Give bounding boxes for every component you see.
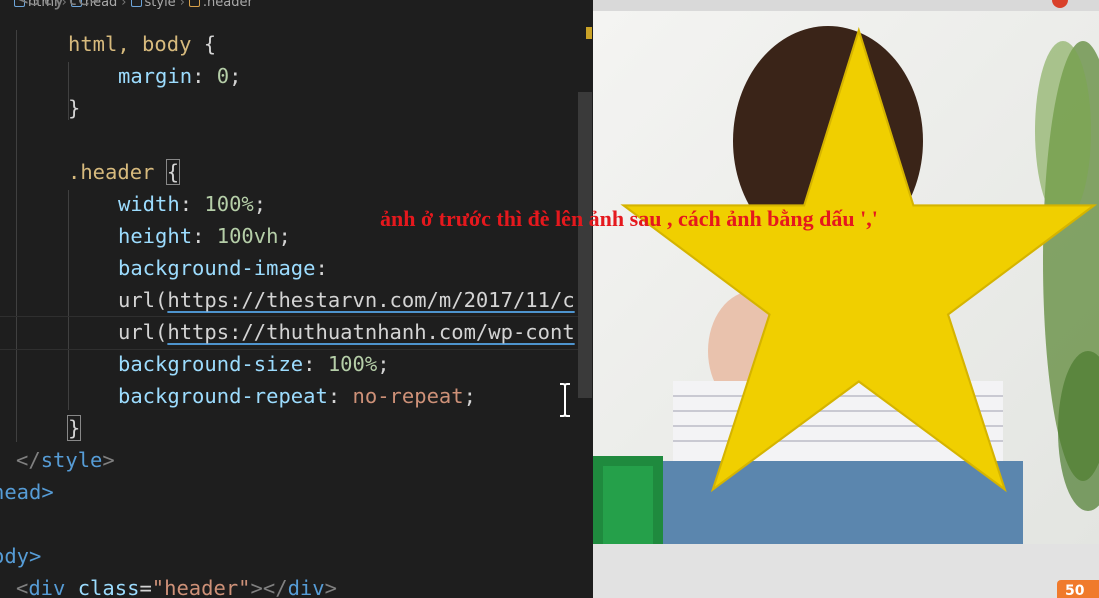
- code-line: ody>: [0, 540, 41, 572]
- div-close-tag: div: [287, 576, 325, 598]
- code-line: <style>: [16, 0, 102, 14]
- code-editor[interactable]: html›head›style›.header <style> html, bo…: [0, 0, 593, 598]
- property-background-size: background-size: [118, 352, 304, 376]
- value-background-repeat: no-repeat: [352, 384, 464, 408]
- browser-preview[interactable]: 50: [593, 0, 1099, 598]
- video-annotation-caption: ảnh ở trước thì đè lên ảnh sau , cách ản…: [380, 206, 878, 231]
- element-icon: [130, 0, 142, 7]
- url-function: url(: [118, 288, 168, 312]
- selector-icon: [188, 0, 200, 7]
- class-value: "header": [151, 576, 251, 598]
- property-margin: margin: [118, 64, 193, 88]
- code-line: background-size: 100%;: [118, 352, 390, 376]
- property-background-image: background-image: [118, 256, 316, 280]
- code-line: url(https://thuthuatnhanh.com/wp-cont: [118, 316, 575, 348]
- body-open-tag: ody>: [0, 544, 42, 568]
- minimap-marker: [586, 27, 592, 39]
- selector-html-body: html, body: [68, 32, 192, 56]
- value-height: 100vh: [216, 224, 279, 248]
- image-url-link[interactable]: https://thestarvn.com/m/2017/11/c: [167, 288, 574, 312]
- code-line: </style>: [16, 448, 115, 472]
- value-background-size: 100%: [327, 352, 378, 376]
- property-height: height: [118, 224, 193, 248]
- value-margin: 0: [216, 64, 230, 88]
- corner-badge[interactable]: 50: [1057, 580, 1099, 598]
- close-brace: }: [68, 96, 81, 120]
- indent-guide: [16, 30, 17, 442]
- close-brace-matched: }: [66, 415, 82, 441]
- code-line: background-repeat: no-repeat;: [118, 384, 476, 408]
- layered-background-image: [593, 11, 1099, 544]
- editor-scrollbar[interactable]: [578, 92, 592, 398]
- code-line: }: [68, 92, 80, 124]
- image-url-link[interactable]: https://thuthuatnhanh.com/wp-cont: [167, 320, 574, 344]
- class-attribute: class: [77, 576, 140, 598]
- breadcrumb-header-selector[interactable]: .header: [188, 0, 253, 10]
- code-line: }: [66, 412, 82, 444]
- code-line: html, body {: [68, 28, 216, 60]
- code-line: height: 100vh;: [118, 224, 291, 248]
- code-line: nead>: [0, 476, 54, 508]
- code-line: .header {: [68, 156, 181, 188]
- head-close-tag: nead>: [0, 480, 54, 504]
- open-brace: {: [203, 32, 217, 56]
- preview-footer-area: [593, 544, 1099, 598]
- breadcrumb-style[interactable]: style: [130, 0, 176, 10]
- code-line: background-image:: [118, 256, 328, 280]
- property-background-repeat: background-repeat: [118, 384, 328, 408]
- code-line: width: 100%;: [118, 192, 267, 216]
- url-function: url(: [118, 320, 168, 344]
- selector-header: .header: [68, 160, 155, 184]
- code-line: <div class="header"></div>: [16, 576, 337, 598]
- property-width: width: [118, 192, 180, 216]
- code-line: margin: 0;: [118, 64, 242, 88]
- indent-guide: [68, 190, 69, 410]
- open-brace-matched: {: [165, 159, 181, 185]
- style-open-tag: <style>: [16, 0, 102, 10]
- style-close-tag: style: [40, 448, 103, 472]
- header-background-images: [593, 11, 1099, 544]
- text-cursor-icon: [560, 383, 570, 417]
- value-width: 100%: [204, 192, 254, 216]
- div-tag: div: [28, 576, 66, 598]
- code-line: url(https://thestarvn.com/m/2017/11/c: [118, 284, 575, 316]
